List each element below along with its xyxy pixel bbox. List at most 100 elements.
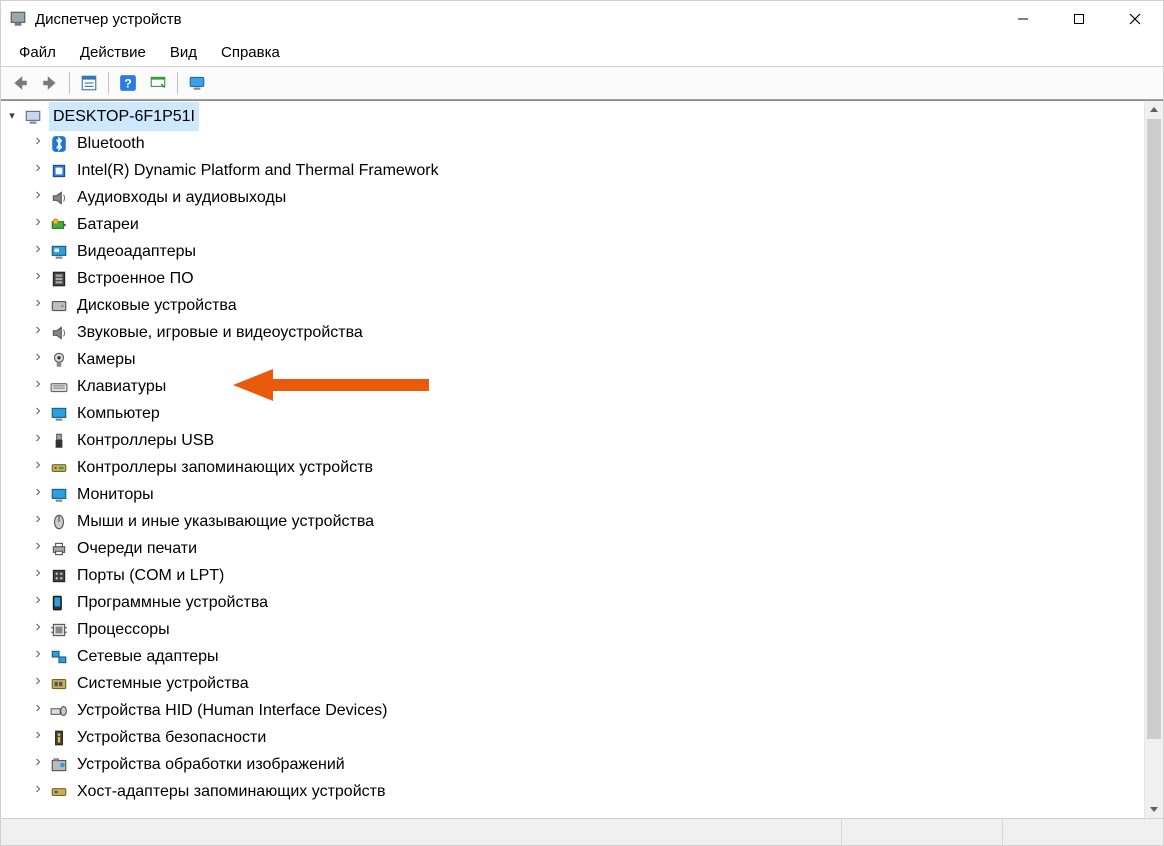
tree-item-label: Процессоры [75,616,172,643]
vertical-scrollbar[interactable] [1144,101,1163,818]
tree-item[interactable]: Устройства безопасности [31,724,1144,751]
display-adapter-icon [49,242,69,262]
tree-item[interactable]: Контроллеры запоминающих устройств [31,454,1144,481]
chevron-right-icon[interactable] [31,319,45,346]
tree-item[interactable]: Встроенное ПО [31,265,1144,292]
tree-item-label: Устройства безопасности [75,724,268,751]
tree-item[interactable]: Порты (COM и LPT) [31,562,1144,589]
tree-item-label: Системные устройства [75,670,251,697]
tree-item[interactable]: Камеры [31,346,1144,373]
chevron-right-icon[interactable] [31,400,45,427]
tree-item-label: Встроенное ПО [75,265,196,292]
chevron-right-icon[interactable] [31,508,45,535]
tree-item[interactable]: Системные устройства [31,670,1144,697]
tree-item-label: Клавиатуры [75,373,168,400]
tree-item[interactable]: Intel(R) Dynamic Platform and Thermal Fr… [31,157,1144,184]
chevron-right-icon[interactable] [31,535,45,562]
chevron-right-icon[interactable] [31,562,45,589]
chevron-right-icon[interactable] [31,670,45,697]
chevron-right-icon[interactable] [31,643,45,670]
tree-item-label: Устройства обработки изображений [75,751,347,778]
tree-item[interactable]: Мыши и иные указывающие устройства [31,508,1144,535]
scroll-up-button[interactable] [1145,101,1163,119]
window-controls [995,1,1163,37]
tree-item[interactable]: Аудиовходы и аудиовыходы [31,184,1144,211]
chevron-right-icon[interactable] [31,157,45,184]
tree-item[interactable]: Сетевые адаптеры [31,643,1144,670]
chevron-right-icon[interactable] [31,184,45,211]
chevron-right-icon[interactable] [31,724,45,751]
tree-item[interactable]: Хост-адаптеры запоминающих устройств [31,778,1144,805]
cpu-icon [49,620,69,640]
bluetooth-icon [49,134,69,154]
chevron-right-icon[interactable] [31,346,45,373]
back-button[interactable] [5,68,35,98]
device-tree[interactable]: DESKTOP-6F1P51I BluetoothIntel(R) Dynami… [1,101,1144,818]
chevron-right-icon[interactable] [31,427,45,454]
maximize-button[interactable] [1051,1,1107,37]
scan-hardware-button[interactable] [143,68,173,98]
tree-item[interactable]: Батареи [31,211,1144,238]
chevron-right-icon[interactable] [31,697,45,724]
menu-file[interactable]: Файл [7,41,68,64]
toolbar-separator [177,72,178,94]
status-cell [1002,819,1163,845]
tree-item[interactable]: Bluetooth [31,130,1144,157]
tree-item[interactable]: Мониторы [31,481,1144,508]
tree-item[interactable]: Очереди печати [31,535,1144,562]
tree-item[interactable]: Процессоры [31,616,1144,643]
chevron-right-icon[interactable] [31,130,45,157]
chevron-right-icon[interactable] [31,265,45,292]
minimize-button[interactable] [995,1,1051,37]
security-icon [49,728,69,748]
chevron-right-icon[interactable] [31,292,45,319]
chevron-down-icon[interactable] [5,103,19,130]
tree-item-label: Intel(R) Dynamic Platform and Thermal Fr… [75,157,441,184]
svg-text:?: ? [124,77,132,91]
chevron-right-icon[interactable] [31,589,45,616]
chevron-right-icon[interactable] [31,616,45,643]
show-hidden-button[interactable] [182,68,212,98]
chevron-right-icon[interactable] [31,481,45,508]
scroll-track[interactable] [1145,119,1163,800]
tree-item[interactable]: Устройства обработки изображений [31,751,1144,778]
forward-button[interactable] [35,68,65,98]
menu-view[interactable]: Вид [158,41,209,64]
mouse-icon [49,512,69,532]
sound-icon [49,323,69,343]
tree-item-label: Мыши и иные указывающие устройства [75,508,376,535]
tree-item[interactable]: Программные устройства [31,589,1144,616]
tree-item[interactable]: Контроллеры USB [31,427,1144,454]
firmware-icon [49,269,69,289]
tree-item[interactable]: Клавиатуры [31,373,1144,400]
network-icon [49,647,69,667]
tree-item[interactable]: Видеоадаптеры [31,238,1144,265]
root-label: DESKTOP-6F1P51I [49,102,199,131]
tree-root[interactable]: DESKTOP-6F1P51I [5,103,1144,130]
host-adapter-icon [49,782,69,802]
imaging-icon [49,755,69,775]
tree-item[interactable]: Устройства HID (Human Interface Devices) [31,697,1144,724]
menu-help[interactable]: Справка [209,41,292,64]
toolbar-separator [108,72,109,94]
chevron-right-icon[interactable] [31,454,45,481]
properties-button[interactable] [74,68,104,98]
chevron-right-icon[interactable] [31,211,45,238]
toolbar: ? [1,67,1163,100]
tree-item[interactable]: Звуковые, игровые и видеоустройства [31,319,1144,346]
scroll-down-button[interactable] [1145,800,1163,818]
status-cell [1,819,841,845]
close-button[interactable] [1107,1,1163,37]
scroll-thumb[interactable] [1147,119,1161,739]
chevron-right-icon[interactable] [31,778,45,805]
chevron-right-icon[interactable] [31,751,45,778]
printer-icon [49,539,69,559]
tree-item[interactable]: Дисковые устройства [31,292,1144,319]
chevron-right-icon[interactable] [31,373,45,400]
chevron-right-icon[interactable] [31,238,45,265]
app-icon [9,10,27,28]
help-button[interactable]: ? [113,68,143,98]
disk-icon [49,296,69,316]
tree-item[interactable]: Компьютер [31,400,1144,427]
menu-action[interactable]: Действие [68,41,158,64]
